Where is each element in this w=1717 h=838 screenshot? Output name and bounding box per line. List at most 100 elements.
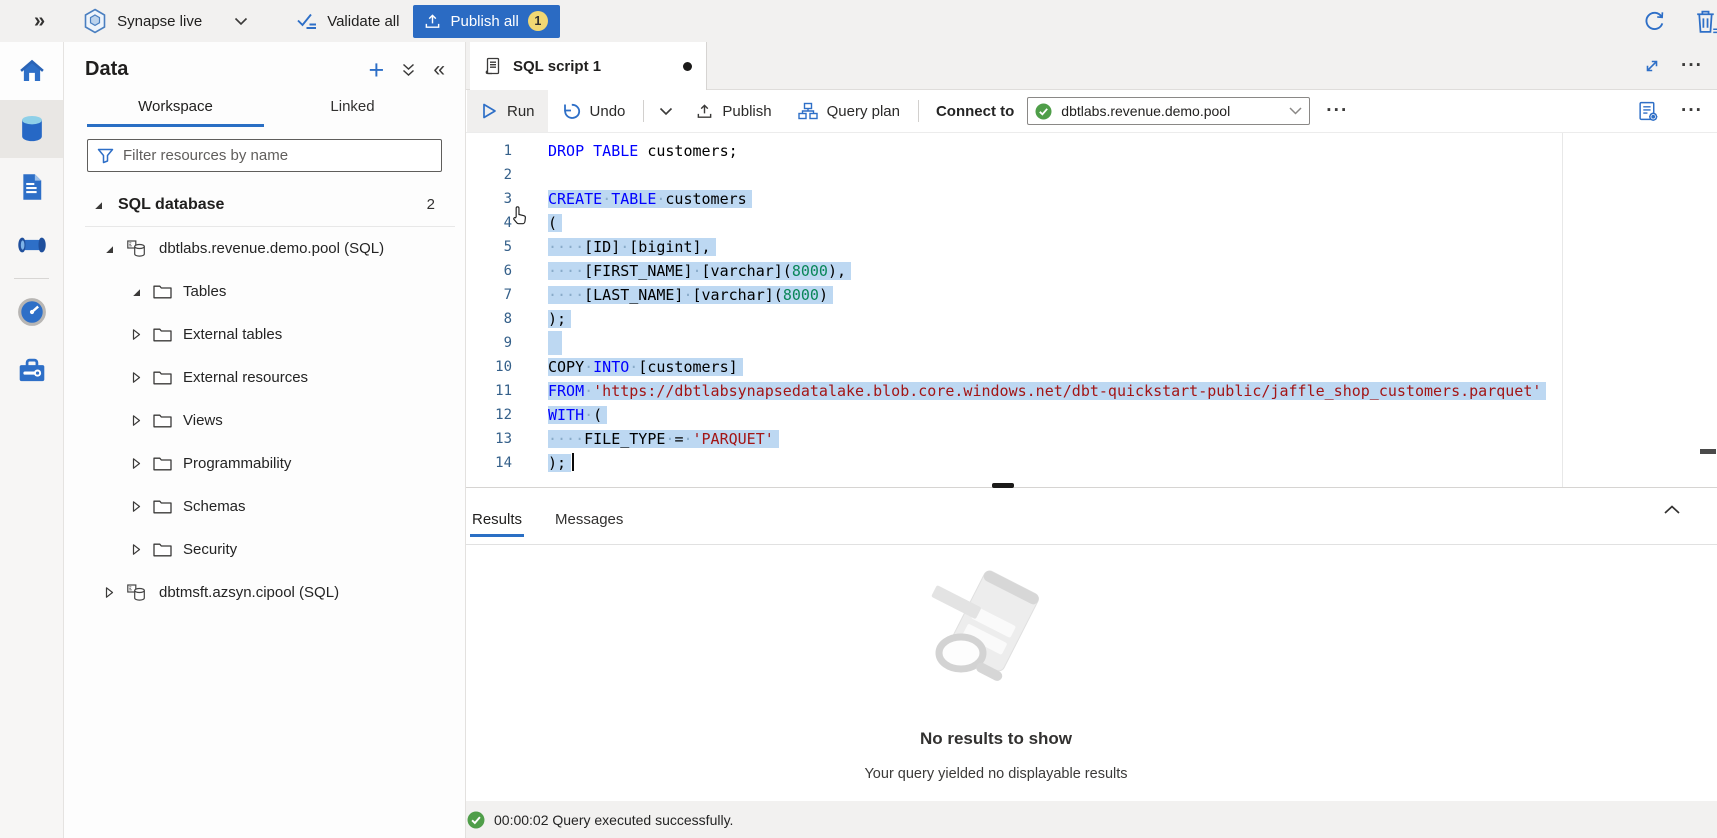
tree-item-dbtlabs-revenue-demo-pool-sql[interactable]: dbtlabs.revenue.demo.pool (SQL): [64, 227, 465, 270]
folder-icon: [153, 499, 172, 514]
line-number: 13: [466, 427, 512, 451]
twisty-expanded-icon[interactable]: [128, 286, 144, 298]
code-line[interactable]: 1DROP TABLE customers;: [466, 139, 1717, 163]
double-chevron-down-icon[interactable]: [401, 62, 416, 78]
query-plan-button[interactable]: Query plan: [785, 90, 913, 132]
twisty-expanded-icon[interactable]: [101, 243, 117, 255]
run-button[interactable]: Run: [467, 90, 548, 132]
collapse-results-chevron-icon[interactable]: [1663, 504, 1681, 515]
line-number: 10: [466, 355, 512, 379]
tab-workspace[interactable]: Workspace: [87, 89, 264, 127]
undo-icon: [561, 102, 581, 121]
code-line[interactable]: 4(: [466, 211, 1717, 235]
twisty-collapsed-icon[interactable]: [101, 586, 117, 599]
tab-results[interactable]: Results: [470, 511, 524, 537]
line-number: 5: [466, 235, 512, 259]
flowchart-icon: [798, 102, 818, 120]
tree-item-tables[interactable]: Tables: [64, 270, 465, 313]
mode-selector[interactable]: Synapse live: [83, 8, 248, 34]
resource-tree: SQL database2dbtlabs.revenue.demo.pool (…: [64, 183, 465, 614]
twisty-collapsed-icon[interactable]: [128, 500, 144, 513]
toolbar-divider: [643, 100, 644, 122]
publish-button[interactable]: Publish: [683, 90, 784, 132]
tree-item-views[interactable]: Views: [64, 399, 465, 442]
filter-funnel-icon: [97, 148, 114, 164]
twisty-collapsed-icon[interactable]: [128, 371, 144, 384]
editor-right-gutter-line: [1562, 133, 1563, 487]
rail-item-monitor[interactable]: [0, 283, 63, 341]
tree-item-external-resources[interactable]: External resources: [64, 356, 465, 399]
code-line[interactable]: 10COPY·INTO·[customers]: [466, 355, 1717, 379]
tab-label: SQL script 1: [513, 58, 601, 75]
code-line[interactable]: 12WITH·(: [466, 403, 1717, 427]
code-line[interactable]: 9: [466, 331, 1717, 355]
pipeline-icon: [16, 232, 48, 258]
tree-item-sql-database[interactable]: SQL database2: [64, 183, 465, 226]
code-line[interactable]: 11FROM·'https://dbtlabsynapsedatalake.bl…: [466, 379, 1717, 403]
code-line[interactable]: 3CREATE·TABLE·customers: [466, 187, 1717, 211]
publish-all-button[interactable]: Publish all 1: [413, 5, 559, 38]
tab-messages[interactable]: Messages: [553, 511, 625, 537]
twisty-collapsed-icon[interactable]: [128, 543, 144, 556]
code-line[interactable]: 13····FILE_TYPE·=·'PARQUET': [466, 427, 1717, 451]
expand-rail-icon[interactable]: »: [34, 11, 45, 31]
rail-item-integrate[interactable]: [0, 216, 63, 274]
rail-item-data[interactable]: [0, 100, 63, 158]
code-line[interactable]: 2: [466, 163, 1717, 187]
rail-item-develop[interactable]: [0, 158, 63, 216]
tree-item-schemas[interactable]: Schemas: [64, 485, 465, 528]
code-line[interactable]: 14);: [466, 451, 1717, 475]
tree-item-programmability[interactable]: Programmability: [64, 442, 465, 485]
collapse-panel-icon[interactable]: «: [433, 62, 445, 78]
publish-all-label: Publish all: [450, 13, 518, 30]
synapse-studio-app: » Synapse live Validate all Publish all …: [0, 0, 1717, 838]
rail-item-manage[interactable]: [0, 341, 63, 399]
properties-icon[interactable]: [1637, 100, 1660, 123]
twisty-collapsed-icon[interactable]: [128, 328, 144, 341]
twisty-collapsed-icon[interactable]: [128, 457, 144, 470]
rail-item-home[interactable]: [0, 42, 63, 100]
run-options-chevron-icon[interactable]: [649, 107, 683, 116]
line-number: 4: [466, 211, 512, 235]
line-content: );: [512, 307, 571, 331]
line-number: 14: [466, 451, 512, 475]
scrollbar-thumb[interactable]: [1700, 449, 1716, 454]
code-editor[interactable]: 1DROP TABLE customers;23CREATE·TABLE·cus…: [466, 133, 1717, 487]
folder-icon: [153, 284, 172, 299]
twisty-collapsed-icon[interactable]: [128, 414, 144, 427]
line-content: ····[FIRST_NAME]·[varchar](8000),: [512, 259, 851, 283]
twisty-expanded-icon[interactable]: [90, 199, 106, 211]
tree-item-dbtmsft-azsyn-cipool-sql[interactable]: dbtmsft.azsyn.cipool (SQL): [64, 571, 465, 614]
code-line[interactable]: 7····[LAST_NAME]·[varchar](8000): [466, 283, 1717, 307]
undo-button[interactable]: Undo: [548, 90, 639, 132]
trash-icon[interactable]: [1693, 7, 1717, 36]
tree-item-label: Views: [183, 412, 223, 429]
tree-item-security[interactable]: Security: [64, 528, 465, 571]
tab-linked[interactable]: Linked: [264, 89, 441, 127]
line-content: CREATE·TABLE·customers: [512, 187, 752, 211]
code-line[interactable]: 6····[FIRST_NAME]·[varchar](8000),: [466, 259, 1717, 283]
tab-more-actions-icon[interactable]: ···: [1681, 61, 1703, 71]
code-line[interactable]: 8);: [466, 307, 1717, 331]
line-number: 3: [466, 187, 512, 211]
toolbar-more-icon[interactable]: ···: [1326, 106, 1348, 116]
tree-item-external-tables[interactable]: External tables: [64, 313, 465, 356]
connection-dropdown[interactable]: dbtlabs.revenue.demo.pool: [1027, 97, 1310, 125]
left-hub-rail: [0, 42, 64, 838]
tab-sql-script-1[interactable]: SQL script 1: [470, 42, 707, 90]
tree-item-count: 2: [427, 196, 465, 213]
add-resource-button[interactable]: +: [369, 60, 385, 80]
filter-input[interactable]: [123, 147, 432, 164]
line-content: DROP TABLE customers;: [512, 139, 738, 163]
editor-more-actions-icon[interactable]: ···: [1681, 106, 1703, 116]
tree-item-label: Tables: [183, 283, 226, 300]
expand-editor-icon[interactable]: [1643, 57, 1661, 75]
validate-all-button[interactable]: Validate all: [296, 11, 399, 31]
selection-highlight: FROM·'https://dbtlabsynapsedatalake.blob…: [548, 382, 1546, 400]
line-content: FROM·'https://dbtlabsynapsedatalake.blob…: [512, 379, 1546, 403]
code-line[interactable]: 5····[ID]·[bigint],: [466, 235, 1717, 259]
splitter-drag-handle[interactable]: [992, 483, 1014, 488]
success-check-icon: [467, 811, 485, 829]
refresh-icon[interactable]: [1642, 9, 1667, 34]
data-explorer-panel: Data + « Workspace Linked SQL database2d…: [64, 42, 466, 838]
